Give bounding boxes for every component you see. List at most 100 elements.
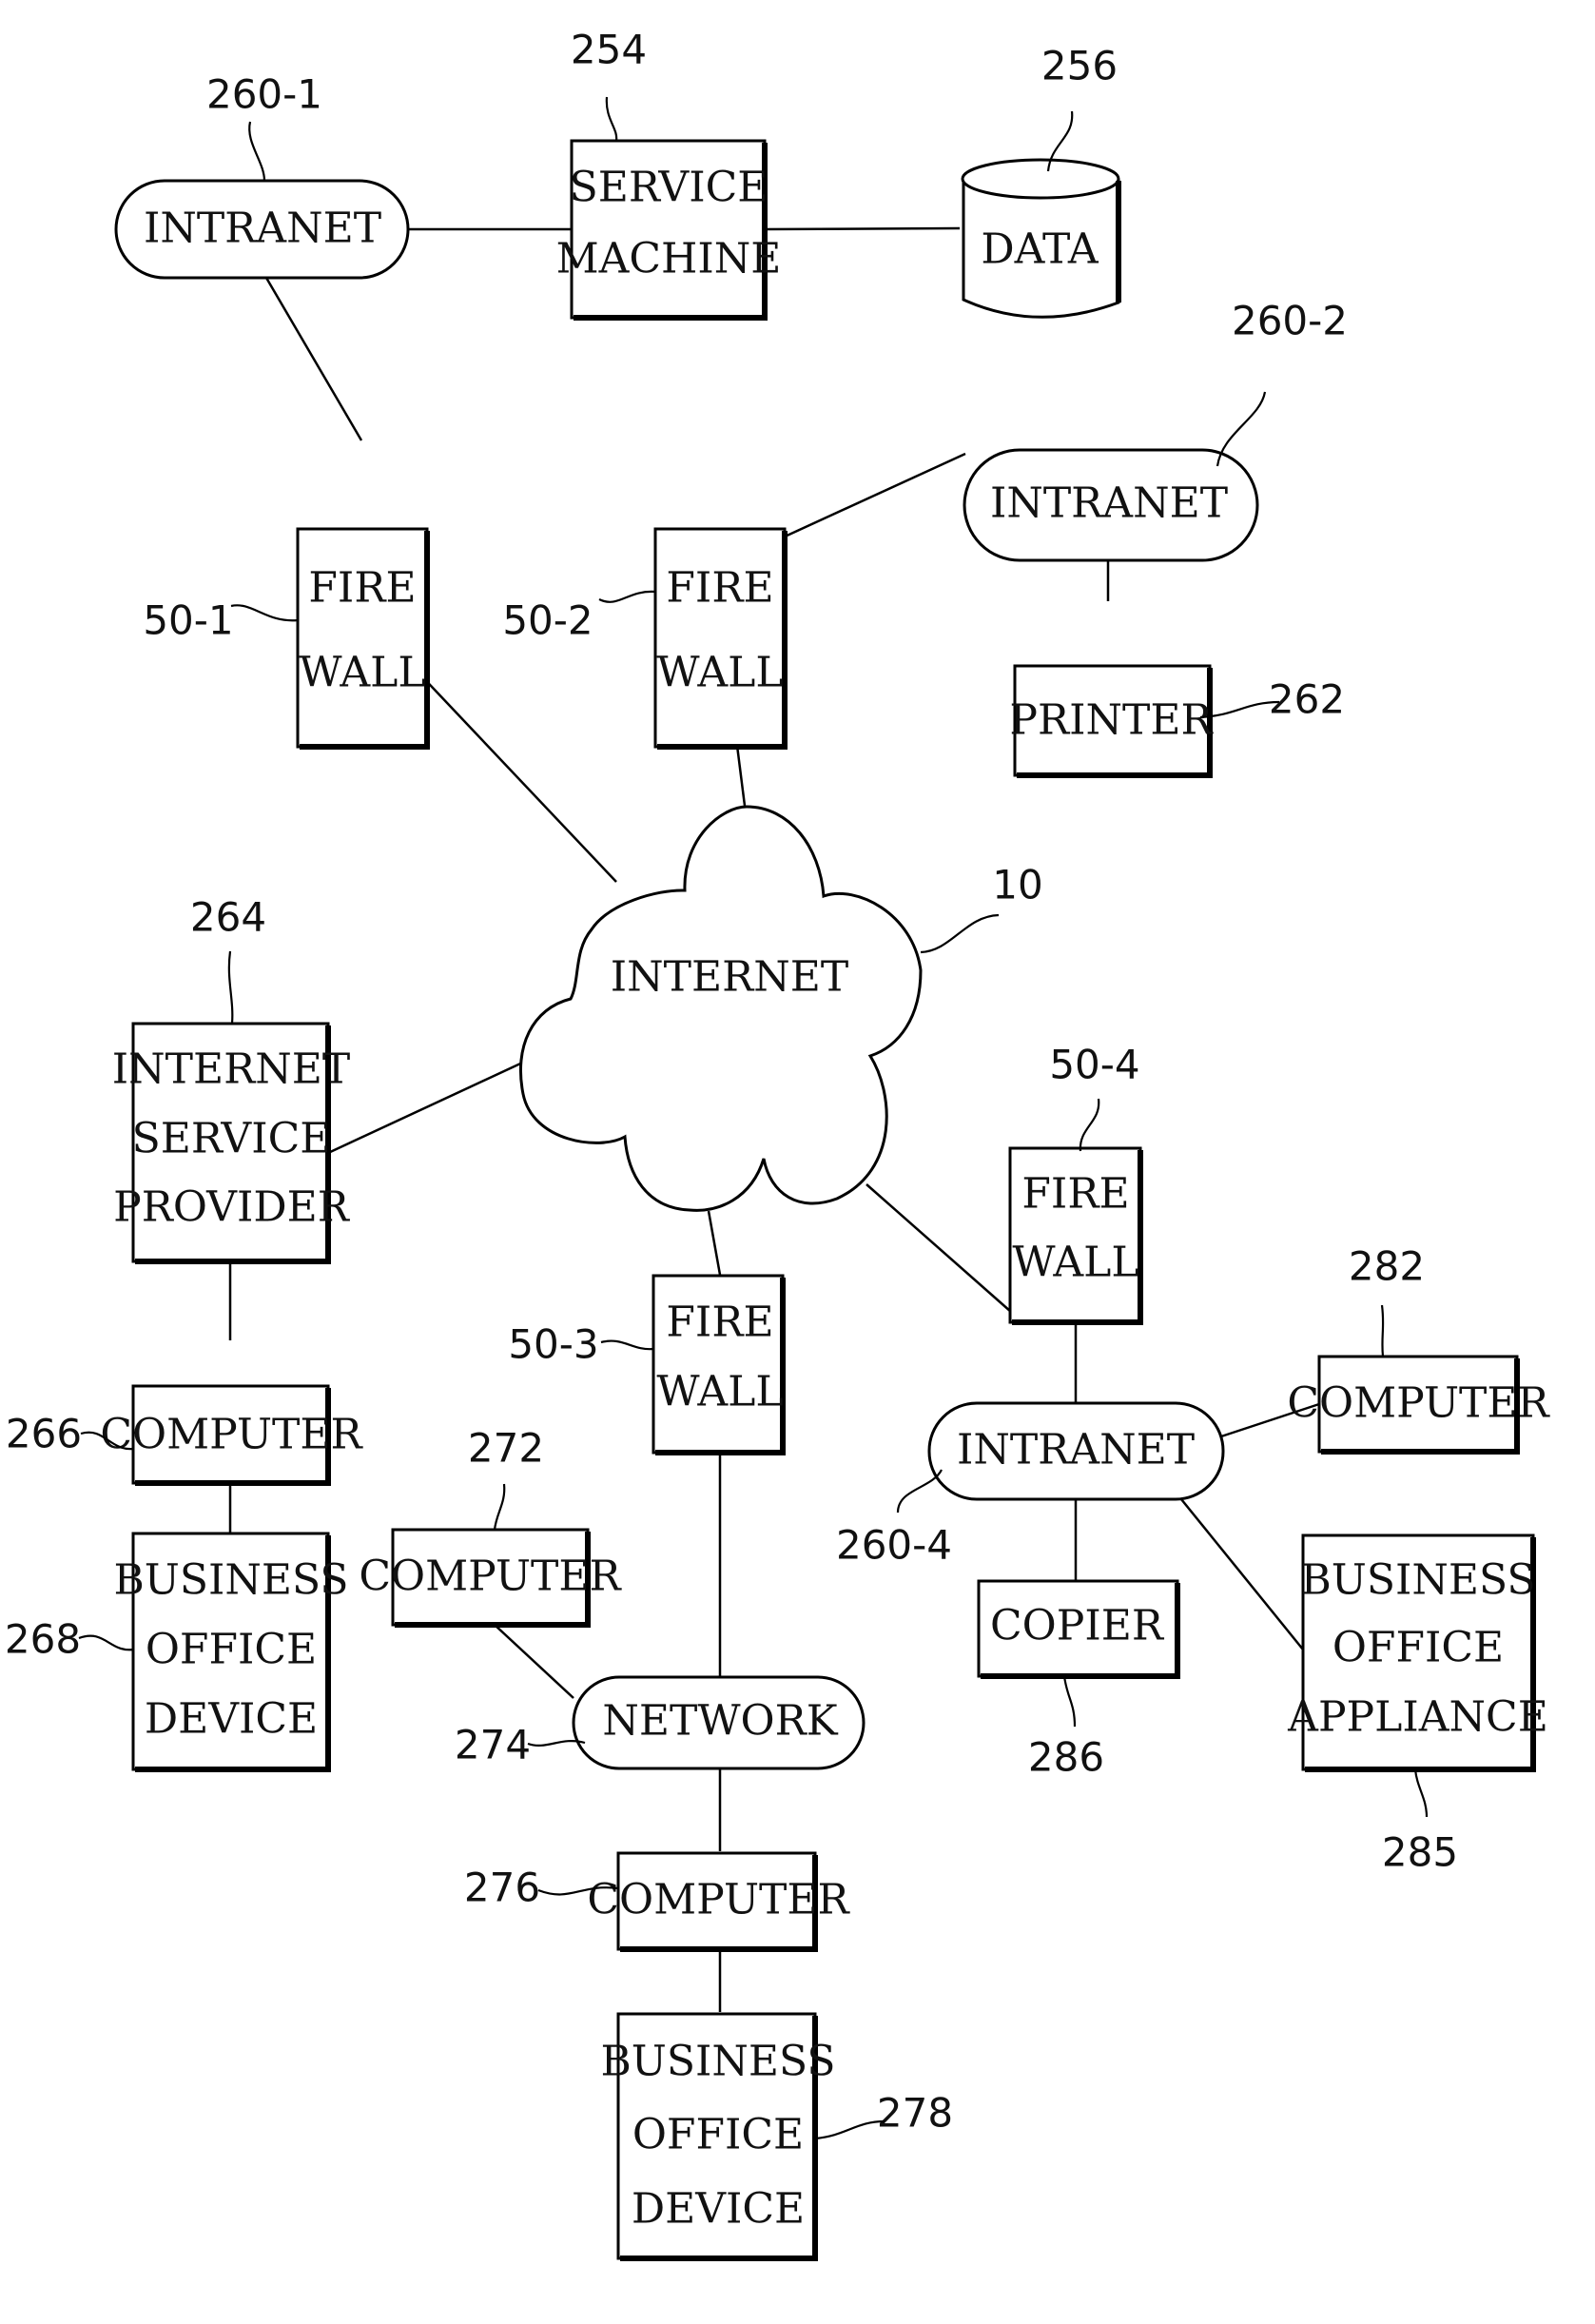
wall-label: WALL xyxy=(656,649,783,697)
ref-272: 272 xyxy=(468,1425,544,1472)
office-label: OFFICE xyxy=(632,2111,804,2159)
intranet-label: INTRANET xyxy=(957,1426,1195,1474)
leader-50-1 xyxy=(230,604,299,622)
leader-254 xyxy=(605,96,618,142)
ref-276: 276 xyxy=(464,1865,540,1911)
service-label: SERVICE xyxy=(132,1115,331,1163)
business-office-appliance-285: BUSINESS OFFICE APPLIANCE xyxy=(1287,1533,1548,1772)
copier-286: COPIER xyxy=(977,1579,1180,1679)
computer-282: COMPUTER xyxy=(1287,1355,1551,1455)
internet-label: INTERNET xyxy=(112,1045,350,1094)
ref-50-4: 50-4 xyxy=(1049,1042,1139,1088)
firewall-50-2: FIRE WALL xyxy=(653,527,788,750)
ref-262: 262 xyxy=(1269,676,1345,723)
leader-286 xyxy=(1062,1675,1077,1728)
intranet-260-4: INTRANET xyxy=(927,1401,1225,1501)
fire-label: FIRE xyxy=(1021,1170,1129,1219)
edge-fw2-intranet2 xyxy=(782,452,966,539)
ref-260-4: 260-4 xyxy=(836,1522,952,1569)
data-store-256: DATA xyxy=(961,158,1121,319)
intranet-260-2: INTRANET xyxy=(963,448,1259,562)
copier-label: COPIER xyxy=(990,1602,1165,1650)
edge-comp272-network xyxy=(494,1624,574,1699)
firewall-50-4: FIRE WALL xyxy=(1008,1146,1143,1325)
edge-service-data xyxy=(764,226,961,231)
leader-285 xyxy=(1413,1768,1429,1818)
leader-260-1 xyxy=(248,121,266,182)
leader-282 xyxy=(1380,1304,1385,1357)
network-diagram: INTRANET 260-1 SERVICE MACHINE 254 DATA … xyxy=(5,27,1551,2261)
network-label: NETWORK xyxy=(602,1697,838,1746)
computer-label: COMPUTER xyxy=(359,1553,622,1601)
ref-256: 256 xyxy=(1041,43,1118,89)
ref-50-1: 50-1 xyxy=(143,597,233,644)
service-machine-254: SERVICE MACHINE xyxy=(556,139,782,321)
ref-260-2: 260-2 xyxy=(1232,298,1348,344)
data-label: DATA xyxy=(981,225,1099,274)
device-label: DEVICE xyxy=(145,1695,318,1744)
leader-50-2 xyxy=(598,590,656,603)
office-label: OFFICE xyxy=(146,1626,317,1674)
business-office-device-268: BUSINESS OFFICE DEVICE xyxy=(113,1532,349,1772)
business-label: BUSINESS xyxy=(600,2038,835,2086)
leader-268 xyxy=(78,1634,134,1651)
business-label: BUSINESS xyxy=(113,1556,348,1605)
ref-254: 254 xyxy=(571,27,647,73)
fire-label: FIRE xyxy=(308,564,416,613)
ref-260-1: 260-1 xyxy=(206,71,322,118)
computer-266: COMPUTER xyxy=(100,1384,364,1486)
edge-intranet4-boa285 xyxy=(1180,1498,1304,1650)
computer-label: COMPUTER xyxy=(100,1411,363,1459)
business-label: BUSINESS xyxy=(1300,1556,1535,1605)
business-office-device-278: BUSINESS OFFICE DEVICE xyxy=(600,2012,836,2261)
ref-266: 266 xyxy=(6,1411,82,1457)
ref-10: 10 xyxy=(992,862,1042,908)
edge-internet-fw4 xyxy=(866,1183,1012,1313)
fire-label: FIRE xyxy=(666,1299,773,1347)
intranet-label: INTRANET xyxy=(144,205,381,253)
wall-label: WALL xyxy=(299,649,425,697)
computer-272: COMPUTER xyxy=(359,1528,623,1628)
network-274: NETWORK xyxy=(572,1675,866,1770)
leader-272 xyxy=(493,1483,506,1531)
computer-label: COMPUTER xyxy=(587,1876,850,1924)
appliance-label: APPLIANCE xyxy=(1287,1693,1548,1742)
intranet-label: INTRANET xyxy=(990,479,1228,528)
device-label: DEVICE xyxy=(632,2185,805,2234)
leader-278 xyxy=(814,2119,885,2140)
internet-label: INTERNET xyxy=(611,953,848,1002)
leader-264 xyxy=(227,950,234,1025)
ref-268: 268 xyxy=(5,1616,81,1663)
isp-264: INTERNET SERVICE PROVIDER xyxy=(112,1022,351,1264)
provider-label: PROVIDER xyxy=(113,1183,351,1232)
ref-285: 285 xyxy=(1382,1829,1458,1876)
ref-264: 264 xyxy=(190,894,266,941)
ref-286: 286 xyxy=(1028,1734,1104,1781)
ref-282: 282 xyxy=(1349,1243,1425,1290)
ref-274: 274 xyxy=(455,1722,531,1768)
edge-internet-fw3 xyxy=(707,1210,722,1276)
computer-276: COMPUTER xyxy=(587,1851,851,1952)
machine-label: MACHINE xyxy=(556,235,782,283)
ref-50-3: 50-3 xyxy=(508,1321,598,1368)
ref-50-2: 50-2 xyxy=(502,597,593,644)
wall-label: WALL xyxy=(656,1368,783,1416)
ref-278: 278 xyxy=(877,2090,953,2137)
leader-10 xyxy=(920,913,1000,954)
intranet-260-1: INTRANET xyxy=(114,179,410,280)
printer-label: PRINTER xyxy=(1009,696,1214,745)
edge-internet-isp xyxy=(327,1057,532,1155)
wall-label: WALL xyxy=(1012,1239,1138,1287)
fire-label: FIRE xyxy=(666,564,773,613)
computer-label: COMPUTER xyxy=(1287,1379,1550,1428)
leader-50-4 xyxy=(1079,1098,1100,1152)
office-label: OFFICE xyxy=(1332,1624,1504,1672)
firewall-50-1: FIRE WALL xyxy=(296,527,430,750)
printer-262: PRINTER xyxy=(1009,664,1214,778)
firewall-50-3: FIRE WALL xyxy=(652,1274,786,1455)
service-label: SERVICE xyxy=(570,164,768,212)
edge-intranet1-fw1 xyxy=(264,277,363,441)
internet-cloud-10: INTERNET xyxy=(518,805,923,1212)
leader-50-3 xyxy=(600,1339,654,1351)
leader-274 xyxy=(527,1740,586,1747)
